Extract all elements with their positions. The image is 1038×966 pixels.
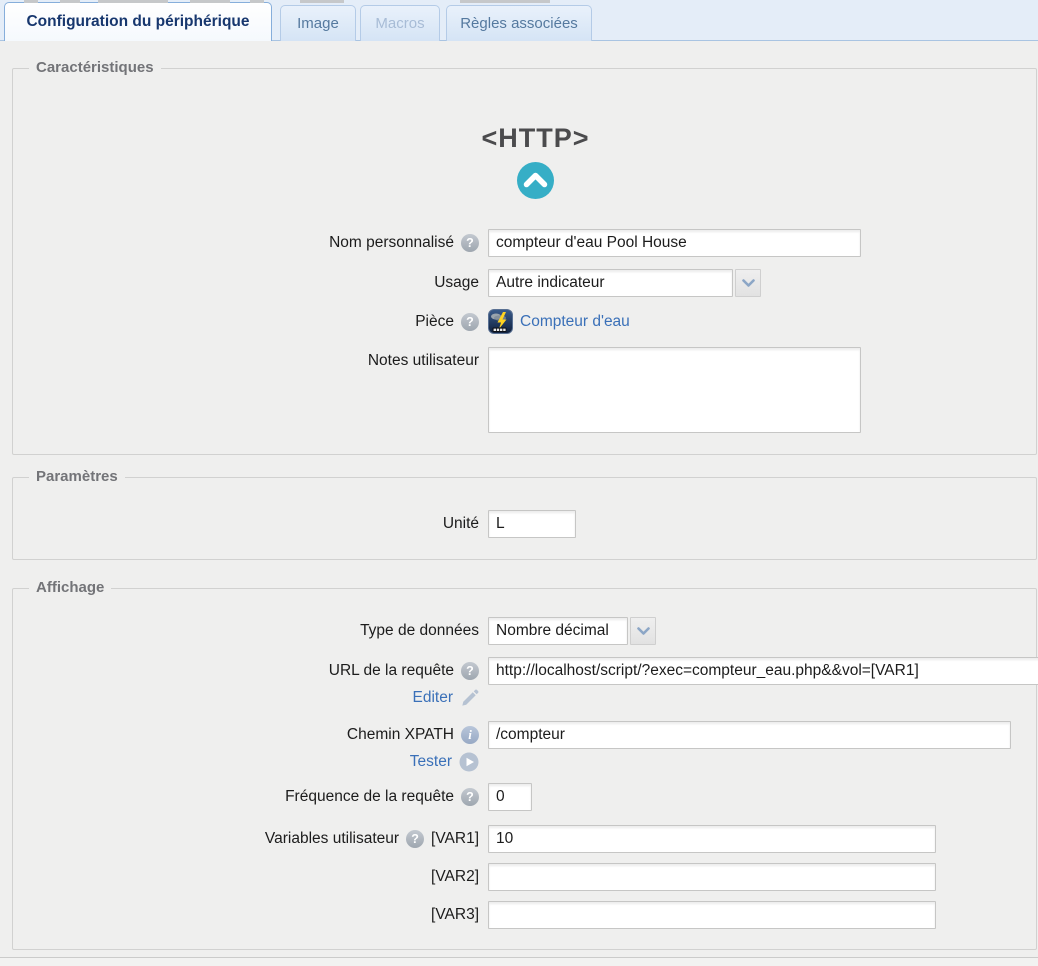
chemin-xpath-label: Chemin XPATH (347, 726, 454, 744)
row-url-requete: URL de la requête ? (13, 657, 1036, 685)
device-protocol-block: <HTTP> (13, 123, 1036, 205)
piece-link[interactable]: Compteur d'eau (520, 313, 630, 331)
section-affichage-legend: Affichage (29, 579, 111, 596)
help-icon[interactable]: ? (461, 662, 479, 680)
tester-link[interactable]: Tester (410, 753, 452, 771)
unite-label: Unité (443, 515, 479, 533)
cropped-ui-artifact (300, 0, 344, 3)
row-notes-utilisateur: Notes utilisateur (13, 347, 1036, 433)
frequence-requete-label: Fréquence de la requête (285, 788, 454, 806)
chevron-down-icon (742, 279, 755, 288)
pencil-icon[interactable] (460, 689, 479, 708)
notes-utilisateur-label: Notes utilisateur (368, 347, 479, 375)
var1-label: [VAR1] (431, 830, 479, 848)
type-donnees-select[interactable]: Nombre décimal (488, 617, 628, 645)
type-donnees-select-button[interactable] (630, 617, 656, 645)
help-icon[interactable]: ? (461, 234, 479, 252)
usage-select-button[interactable] (735, 269, 761, 297)
row-nom-personnalise: Nom personnalisé ? (13, 229, 1036, 257)
row-tester: Tester (13, 751, 1036, 773)
device-status-up-icon[interactable] (516, 161, 555, 200)
water-meter-icon[interactable] (488, 309, 513, 334)
section-parametres-legend: Paramètres (29, 468, 125, 485)
tab-configuration-peripherique[interactable]: Configuration du périphérique (4, 2, 272, 41)
usage-select[interactable]: Autre indicateur (488, 269, 733, 297)
row-frequence-requete: Fréquence de la requête ? (13, 783, 1036, 811)
cropped-ui-artifact (190, 0, 230, 3)
frequence-requete-input[interactable] (488, 783, 532, 811)
url-requete-input[interactable] (488, 657, 1038, 685)
unite-input[interactable] (488, 510, 576, 538)
notes-utilisateur-textarea[interactable] (488, 347, 861, 433)
row-variable-var1: Variables utilisateur ? [VAR1] (13, 825, 1036, 853)
cropped-ui-artifact (60, 0, 80, 3)
help-icon[interactable]: ? (461, 313, 479, 331)
row-unite: Unité (13, 510, 1036, 538)
row-editer: Editer (13, 687, 1036, 709)
cropped-ui-artifact (250, 0, 264, 3)
section-caracteristiques: Caractéristiques <HTTP> Nom personnalisé… (12, 68, 1037, 455)
section-caracteristiques-legend: Caractéristiques (29, 59, 161, 76)
variables-utilisateur-label: Variables utilisateur (265, 830, 399, 848)
type-donnees-label: Type de données (360, 622, 479, 640)
row-type-donnees: Type de données Nombre décimal (13, 617, 1036, 645)
nom-personnalise-label: Nom personnalisé (329, 234, 454, 252)
cropped-ui-artifact (98, 0, 168, 3)
nom-personnalise-input[interactable] (488, 229, 861, 257)
row-chemin-xpath: Chemin XPATH i (13, 721, 1036, 749)
section-parametres: Paramètres Unité (12, 477, 1037, 560)
cropped-ui-artifact (460, 0, 550, 3)
var3-label: [VAR3] (431, 906, 479, 924)
help-icon[interactable]: ? (461, 788, 479, 806)
help-icon[interactable]: ? (406, 830, 424, 848)
http-protocol-label: <HTTP> (35, 123, 1036, 153)
row-variable-var2: [VAR2] (13, 863, 1036, 891)
tab-regles-associees[interactable]: Règles associées (446, 5, 592, 41)
piece-label: Pièce (415, 313, 454, 331)
var3-input[interactable] (488, 901, 936, 929)
section-affichage: Affichage Type de données Nombre décimal (12, 588, 1037, 950)
row-piece: Pièce ? (13, 309, 1036, 335)
row-usage: Usage Autre indicateur (13, 269, 1036, 297)
play-icon[interactable] (459, 752, 479, 772)
chemin-xpath-input[interactable] (488, 721, 1011, 749)
tab-macros: Macros (360, 5, 440, 41)
row-variable-var3: [VAR3] (13, 901, 1036, 929)
var2-input[interactable] (488, 863, 936, 891)
chevron-down-icon (637, 627, 650, 636)
info-icon[interactable]: i (461, 726, 479, 744)
var1-input[interactable] (488, 825, 936, 853)
url-requete-label: URL de la requête (329, 662, 454, 680)
var2-label: [VAR2] (431, 868, 479, 886)
usage-label: Usage (434, 274, 479, 292)
editer-link[interactable]: Editer (413, 689, 454, 707)
tab-bar: Configuration du périphérique Image Macr… (0, 0, 1038, 41)
tab-image[interactable]: Image (280, 5, 356, 41)
device-config-panel: Caractéristiques <HTTP> Nom personnalisé… (0, 41, 1038, 965)
cropped-ui-artifact (24, 0, 38, 3)
